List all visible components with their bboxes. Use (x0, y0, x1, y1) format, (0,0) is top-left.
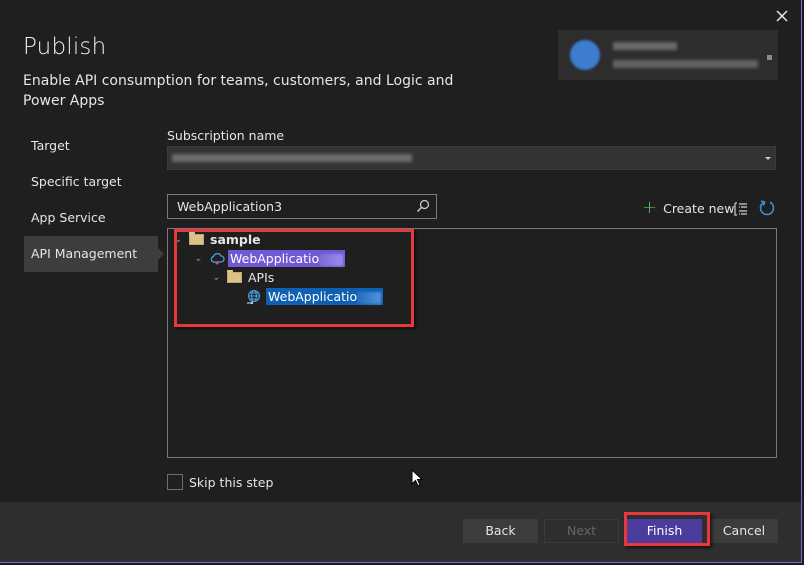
cancel-button[interactable]: Cancel (710, 519, 778, 543)
subscription-dropdown[interactable] (167, 146, 776, 170)
checkbox[interactable] (167, 474, 183, 490)
account-card[interactable] (558, 30, 778, 80)
tree-node-label-selected: WebApplicatio (266, 288, 384, 305)
nav-item-app-service[interactable]: App Service (24, 200, 158, 236)
cloud-service-icon (210, 252, 225, 264)
globe-api-icon (247, 289, 260, 304)
tree-node-api[interactable]: WebApplicatio (246, 287, 384, 306)
tree-node-sample[interactable]: sample (176, 230, 261, 249)
refresh-icon[interactable] (758, 199, 776, 217)
page-title: Publish (23, 34, 107, 60)
nav-item-target[interactable]: Target (24, 128, 158, 164)
publish-dialog: Publish Enable API consumption for teams… (0, 0, 801, 562)
tree-node-apim-service[interactable]: WebApplicatio (196, 249, 346, 268)
expand-arrow-icon[interactable] (214, 275, 219, 280)
wizard-steps-nav: Target Specific target App Service API M… (24, 128, 164, 272)
account-name-redacted (613, 42, 677, 50)
folder-icon (227, 270, 242, 283)
folder-icon (189, 232, 204, 245)
search-icon[interactable] (416, 199, 430, 213)
subscription-value-redacted (172, 154, 412, 162)
tree-node-label: sample (210, 232, 261, 247)
back-button[interactable]: Back (463, 519, 538, 543)
subscription-label: Subscription name (167, 128, 285, 143)
account-email-redacted (613, 60, 758, 68)
search-input[interactable] (177, 198, 407, 215)
search-box[interactable] (167, 194, 437, 219)
chevron-down-icon (765, 157, 771, 160)
nav-item-api-management[interactable]: API Management (24, 236, 164, 272)
create-new-label: Create new (663, 200, 735, 216)
next-button[interactable]: Next (544, 519, 619, 543)
skip-step-label: Skip this step (189, 474, 274, 490)
redacted-suffix (319, 253, 344, 266)
expand-arrow-icon[interactable] (176, 237, 181, 242)
close-button[interactable] (774, 10, 790, 26)
close-icon (776, 10, 788, 22)
account-more-icon[interactable] (767, 55, 772, 60)
create-new-button[interactable]: + Create new (642, 197, 735, 218)
nav-item-specific-target[interactable]: Specific target (24, 164, 158, 200)
mouse-cursor-icon (411, 469, 423, 487)
page-subtitle: Enable API consumption for teams, custom… (23, 73, 454, 109)
plus-icon: + (642, 197, 658, 218)
skip-step-checkbox[interactable]: Skip this step (167, 474, 273, 490)
tree-node-apis[interactable]: APIs (214, 268, 275, 287)
tree-view-icon[interactable] (733, 201, 749, 217)
redacted-suffix (357, 291, 382, 304)
avatar (570, 40, 600, 70)
finish-button[interactable]: Finish (627, 519, 702, 543)
tree-node-label: APIs (248, 270, 275, 285)
expand-arrow-icon[interactable] (196, 256, 201, 261)
tree-node-label-selected: WebApplicatio (228, 250, 346, 267)
